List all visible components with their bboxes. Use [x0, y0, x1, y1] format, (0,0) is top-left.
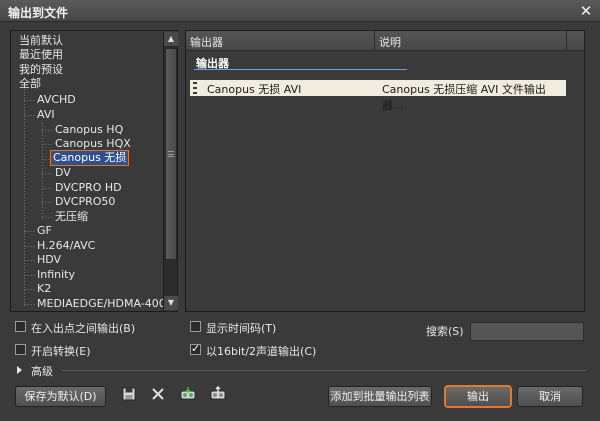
tree-item-gf[interactable]: GF [37, 224, 52, 238]
preset-tree: 当前默认 最近使用 我的预设 全部 AVCHD AVI Canopus HQ C… [10, 30, 178, 312]
tree-item-canopus-hq[interactable]: Canopus HQ [55, 123, 123, 137]
show-timecode-label: 显示时间码(T) [206, 322, 277, 335]
export-button[interactable]: 输出 [444, 385, 512, 408]
expand-advanced-icon[interactable] [17, 366, 22, 374]
tree-item-dvcpro50[interactable]: DVCPRO50 [55, 195, 115, 209]
in-out-export-checkbox[interactable] [15, 321, 26, 332]
tree-item-canopus-hqx[interactable]: Canopus HQX [55, 137, 131, 151]
group-divider [194, 69, 407, 70]
enable-convert-label: 开启转换(E) [31, 345, 91, 358]
title-bar: 输出到文件 ✕ [0, 0, 600, 22]
cancel-button[interactable]: 取消 [517, 386, 583, 407]
search-label: 搜索(S) [426, 325, 464, 338]
exporter-name: Canopus 无损 AVI [207, 83, 302, 96]
list-item[interactable]: Canopus 无损 AVI Canopus 无损压缩 AVI 文件输出器... [190, 80, 566, 112]
tree-item-dvcpro-hd[interactable]: DVCPRO HD [55, 181, 122, 195]
export-preset-icon[interactable] [210, 386, 226, 402]
tree-item-all[interactable]: 全部 [19, 77, 41, 91]
tree-item-avchd[interactable]: AVCHD [37, 93, 76, 107]
audio-16bit-label: 以16bit/2声道输出(C) [206, 345, 317, 358]
show-timecode-checkbox[interactable] [190, 321, 201, 332]
tree-item-canopus-lossless[interactable]: Canopus 无损 [49, 150, 130, 166]
search-input[interactable] [470, 322, 584, 341]
audio-16bit-checkbox[interactable] [190, 342, 201, 355]
save-icon[interactable] [121, 386, 137, 402]
in-out-export-label: 在入出点之间输出(B) [31, 322, 136, 335]
advanced-label[interactable]: 高级 [31, 363, 53, 379]
tree-item-avi[interactable]: AVI [37, 108, 55, 122]
enable-convert-checkbox[interactable] [15, 344, 26, 355]
delete-icon[interactable] [150, 386, 166, 402]
tree-item-current-default[interactable]: 当前默认 [19, 34, 63, 48]
tree-item-uncompressed[interactable]: 无压缩 [55, 210, 88, 224]
import-preset-icon[interactable] [180, 386, 196, 402]
close-icon[interactable]: ✕ [578, 3, 594, 19]
drag-handle-icon[interactable] [192, 81, 198, 95]
add-to-batch-button[interactable]: 添加到批量输出列表 [328, 386, 432, 407]
column-header-description[interactable]: 说明 [379, 34, 401, 50]
tree-item-infinity[interactable]: Infinity [37, 268, 75, 282]
save-default-button[interactable]: 保存为默认(D) [15, 386, 106, 407]
tree-scrollbar[interactable]: ▲ ▼ [163, 32, 178, 310]
scroll-down-icon[interactable]: ▼ [164, 296, 178, 310]
grip-icon [168, 151, 174, 157]
exporter-list: 输出器 说明 输出器 Canopus 无损 AVI Canopus 无损压缩 A… [185, 30, 585, 312]
column-separator[interactable] [566, 31, 567, 51]
column-header-exporter[interactable]: 输出器 [190, 34, 223, 50]
tree-item-recent[interactable]: 最近使用 [19, 48, 63, 62]
scrollbar-thumb[interactable] [165, 48, 177, 260]
exporter-description: Canopus 无损压缩 AVI 文件输出器... [382, 83, 546, 112]
tree-item-h264-avc[interactable]: H.264/AVC [37, 239, 95, 253]
tree-item-my-presets[interactable]: 我的预设 [19, 63, 63, 77]
list-header: 输出器 说明 [186, 31, 584, 51]
advanced-divider [62, 370, 586, 371]
column-separator[interactable] [374, 31, 375, 51]
tree-item-mediaedge[interactable]: MEDIAEDGE/HDMA-4000 [37, 297, 173, 311]
tree-item-hdv[interactable]: HDV [37, 253, 61, 267]
scroll-up-icon[interactable]: ▲ [164, 32, 178, 46]
tree-item-dv[interactable]: DV [55, 166, 71, 180]
window-title: 输出到文件 [8, 6, 69, 20]
tree-item-k2[interactable]: K2 [37, 282, 51, 296]
